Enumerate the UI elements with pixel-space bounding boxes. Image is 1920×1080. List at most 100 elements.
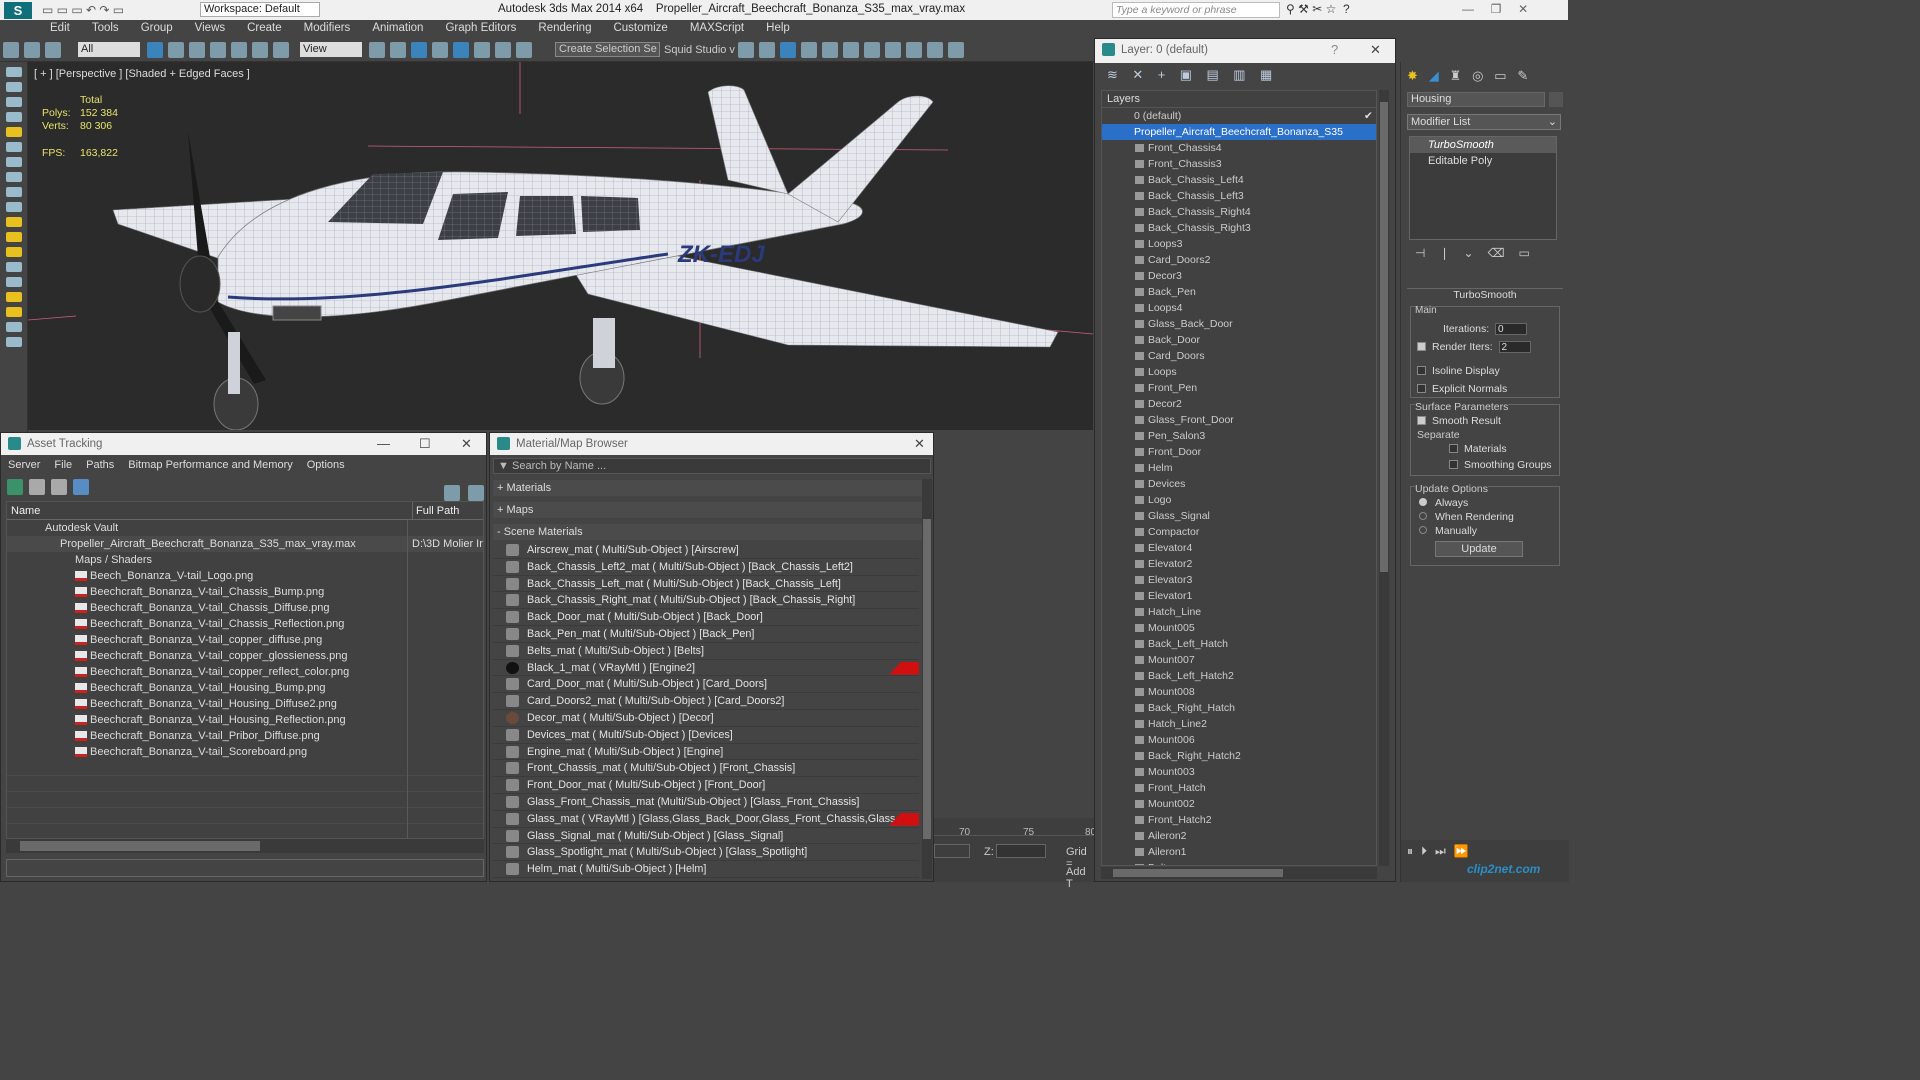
when-rendering-radio[interactable]	[1419, 512, 1427, 520]
always-radio[interactable]	[1419, 498, 1427, 506]
material-editor-icon[interactable]	[864, 42, 880, 58]
layer-object-row[interactable]: Back_Left_Hatch2	[1102, 668, 1376, 684]
stack-turbosmooth[interactable]: TurboSmooth	[1410, 137, 1556, 153]
material-row[interactable]: Back_Door_mat ( Multi/Sub-Object ) [Back…	[493, 609, 919, 626]
menu-help[interactable]: Help	[754, 20, 800, 34]
select-icon[interactable]: ▣	[1180, 67, 1192, 82]
thumbnail-view-icon[interactable]	[51, 479, 67, 495]
coord-z-field[interactable]	[996, 844, 1046, 858]
manually-radio[interactable]	[1419, 526, 1427, 534]
reference-coord-dropdown[interactable]: View	[300, 42, 362, 57]
material-row[interactable]: Glass_Spotlight_mat ( Multi/Sub-Object )…	[493, 844, 919, 862]
material-row[interactable]: Back_Chassis_Left_mat ( Multi/Sub-Object…	[493, 576, 919, 593]
map-file-row[interactable]: Beechcraft_Bonanza_V-tail_copper_glossie…	[7, 648, 483, 664]
group-maps[interactable]: + Maps	[493, 502, 923, 518]
tool-icon[interactable]	[6, 292, 22, 302]
material-row[interactable]: Airscrew_mat ( Multi/Sub-Object ) [Airsc…	[493, 542, 919, 559]
menu-paths[interactable]: Paths	[79, 455, 121, 471]
layer-object-row[interactable]: Devices	[1102, 476, 1376, 492]
layer-object-row[interactable]: Back_Chassis_Right4	[1102, 204, 1376, 220]
menu-edit[interactable]: Edit	[38, 20, 80, 34]
layer-default[interactable]: 0 (default) ✔	[1102, 108, 1376, 124]
material-row[interactable]: Glass_Signal_mat ( Multi/Sub-Object ) [G…	[493, 828, 919, 845]
close-icon[interactable]: ✕	[914, 436, 925, 452]
layer-object-row[interactable]: Mount005	[1102, 620, 1376, 636]
modifier-list-dropdown[interactable]: Modifier List ⌄	[1407, 114, 1561, 130]
menu-views[interactable]: Views	[183, 20, 235, 34]
create-tab-icon[interactable]: ✸	[1407, 68, 1418, 83]
map-file-row[interactable]: Beechcraft_Bonanza_V-tail_Chassis_Bump.p…	[7, 584, 483, 600]
named-selection-dropdown[interactable]: Create Selection Se	[555, 42, 660, 57]
menu-modifiers[interactable]: Modifiers	[292, 20, 361, 34]
isoline-checkbox[interactable]	[1417, 366, 1426, 375]
group-scene-materials[interactable]: - Scene Materials	[493, 524, 923, 540]
modify-tab-icon[interactable]: ◢	[1429, 68, 1439, 83]
snap-icon[interactable]	[432, 42, 448, 58]
rendered-frame-icon[interactable]	[906, 42, 922, 58]
schematic-icon[interactable]	[843, 42, 859, 58]
scale-icon[interactable]	[273, 42, 289, 58]
asset-tracking-titlebar[interactable]: Asset Tracking — ☐ ✕	[1, 433, 486, 455]
list-view-icon[interactable]	[29, 479, 45, 495]
layer-object-row[interactable]: Elevator4	[1102, 540, 1376, 556]
material-row[interactable]: Back_Chassis_Right_mat ( Multi/Sub-Objec…	[493, 592, 919, 610]
maps-folder-row[interactable]: Maps / Shaders	[7, 552, 483, 568]
align-icon[interactable]	[759, 42, 775, 58]
table-view-icon[interactable]	[73, 479, 89, 495]
map-file-row[interactable]: Beechcraft_Bonanza_V-tail_Housing_Diffus…	[7, 696, 483, 712]
layer-object-row[interactable]: Card_Doors	[1102, 348, 1376, 364]
smooth-result-checkbox[interactable]	[1417, 416, 1426, 425]
close-icon[interactable]: ✕	[1518, 2, 1528, 16]
region-select-icon[interactable]	[189, 42, 205, 58]
layer-selected[interactable]: Propeller_Aircraft_Beechcraft_Bonanza_S3…	[1102, 124, 1376, 140]
column-path-header[interactable]: Full Path	[413, 505, 459, 517]
layer-object-row[interactable]: Front_Door	[1102, 444, 1376, 460]
layer-object-row[interactable]: Elevator1	[1102, 588, 1376, 604]
iterations-spinner[interactable]: 0	[1494, 323, 1527, 336]
render-icon[interactable]	[927, 42, 943, 58]
infocenter-icons[interactable]: ⚲ ⚒ ✂ ☆ ?	[1286, 2, 1350, 16]
layer-object-row[interactable]: Glass_Signal	[1102, 508, 1376, 524]
tool-icon[interactable]	[6, 187, 22, 197]
close-icon[interactable]: ✕	[461, 436, 472, 452]
delete-icon[interactable]: ✕	[1132, 67, 1143, 82]
minimize-icon[interactable]: —	[377, 436, 390, 451]
squid-studio-dropdown[interactable]: Squid Studio v	[664, 44, 735, 56]
restore-icon[interactable]: ❐	[1491, 2, 1502, 16]
column-name-header[interactable]: Name	[11, 502, 413, 519]
material-row[interactable]: Devices_mat ( Multi/Sub-Object ) [Device…	[493, 727, 919, 744]
map-file-row[interactable]: Beechcraft_Bonanza_V-tail_Scoreboard.png	[7, 744, 483, 760]
settings-icon[interactable]	[468, 485, 484, 501]
layer-object-row[interactable]: Glass_Back_Door	[1102, 316, 1376, 332]
layer-object-row[interactable]: Mount002	[1102, 796, 1376, 812]
layer-object-row[interactable]: Mount007	[1102, 652, 1376, 668]
menu-file[interactable]: File	[47, 455, 79, 471]
keyboard-shortcut-icon[interactable]	[411, 42, 427, 58]
menu-server[interactable]: Server	[1, 455, 47, 471]
mirror-icon[interactable]	[738, 42, 754, 58]
perspective-viewport[interactable]: ZK-EDJ [ + ] [Perspective ] [Shaded + Ed…	[28, 62, 1093, 430]
vault-row[interactable]: Autodesk Vault	[7, 520, 483, 536]
object-name-field[interactable]: Housing	[1407, 92, 1545, 107]
render-iters-checkbox[interactable]	[1417, 342, 1426, 351]
group-materials[interactable]: + Materials	[493, 480, 923, 496]
add-time-tag[interactable]: Add T	[1066, 866, 1094, 890]
layer-object-row[interactable]: Belts	[1102, 860, 1376, 865]
layer-object-row[interactable]: Front_Hatch2	[1102, 812, 1376, 828]
layer-object-row[interactable]: Decor3	[1102, 268, 1376, 284]
curve-editor-icon[interactable]	[822, 42, 838, 58]
map-file-row[interactable]: Beechcraft_Bonanza_V-tail_copper_diffuse…	[7, 632, 483, 648]
tool-icon[interactable]	[6, 142, 22, 152]
layer-object-row[interactable]: Loops3	[1102, 236, 1376, 252]
material-row[interactable]: Decor_mat ( Multi/Sub-Object ) [Decor]	[493, 710, 919, 727]
teapot-icon[interactable]	[948, 42, 964, 58]
layer-manager-icon[interactable]	[780, 42, 796, 58]
help-icon[interactable]	[444, 485, 460, 501]
dropdown-arrow-icon[interactable]: ▼	[498, 459, 509, 473]
close-icon[interactable]: ✕	[1370, 42, 1381, 58]
layer-object-row[interactable]: Back_Right_Hatch	[1102, 700, 1376, 716]
angle-snap-icon[interactable]	[453, 42, 469, 58]
add-icon[interactable]: +	[1158, 67, 1166, 82]
layer-object-row[interactable]: Elevator2	[1102, 556, 1376, 572]
pivot-icon[interactable]	[369, 42, 385, 58]
